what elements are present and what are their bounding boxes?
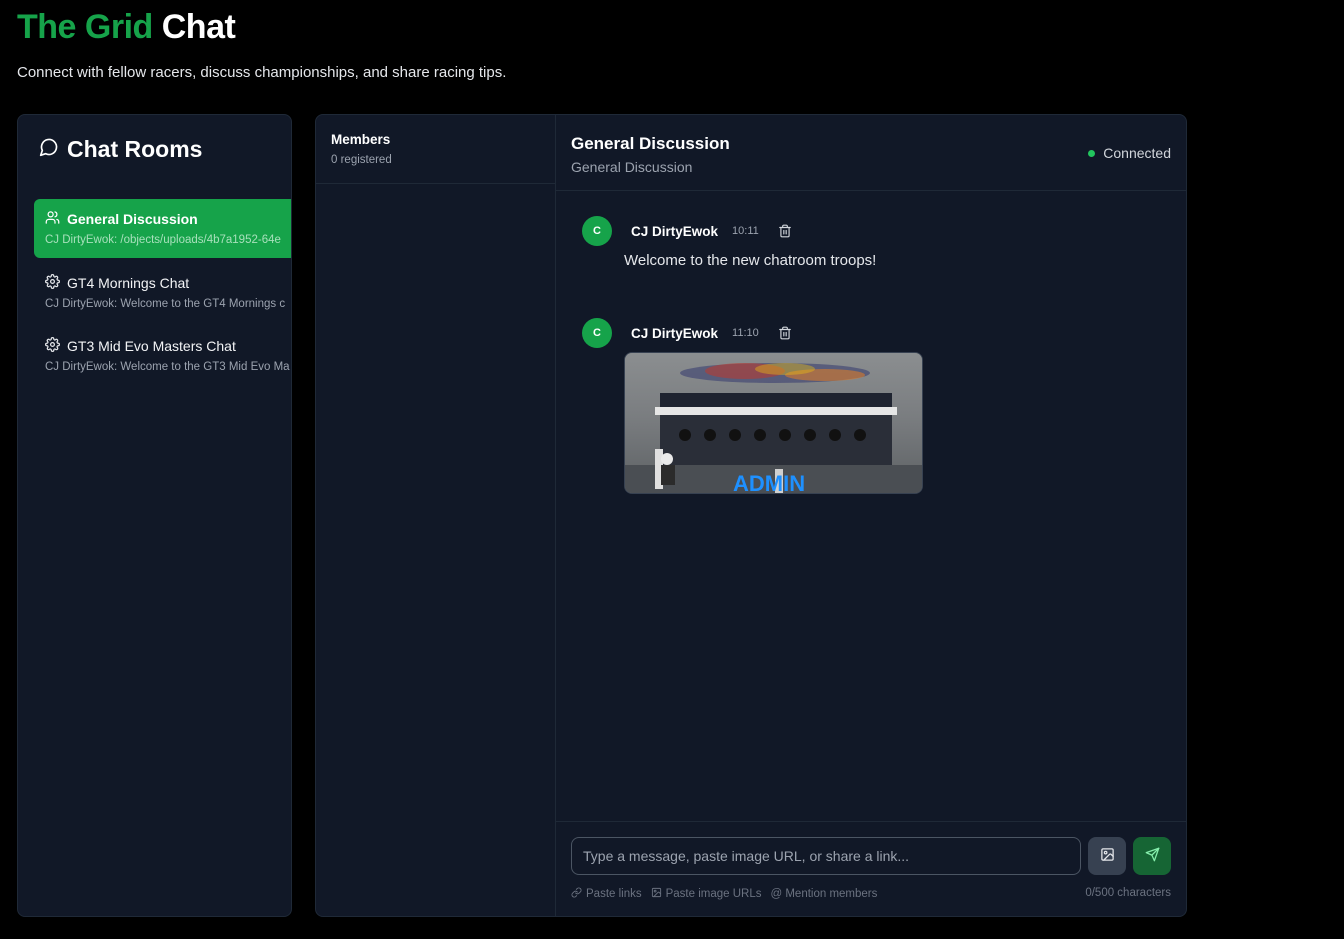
image-icon	[1100, 847, 1115, 865]
composer-hints: Paste links Paste image URLs @ Mention m…	[571, 887, 877, 901]
members-count: 0 registered	[331, 154, 392, 166]
room-name: General Discussion	[67, 211, 198, 227]
room-preview: CJ DirtyEwok: Welcome to the GT4 Morning…	[45, 298, 286, 310]
char-count: 0/500 characters	[1085, 887, 1171, 899]
image-icon	[651, 887, 662, 901]
room-name: GT4 Mornings Chat	[67, 275, 190, 291]
message-item: C CJ DirtyEwok 10:11 Welcome to the new …	[582, 216, 1162, 269]
page-subtitle: Connect with fellow racers, discuss cham…	[17, 64, 507, 81]
chat-subtitle: General Discussion	[571, 159, 693, 175]
avatar: C	[582, 216, 612, 246]
message-item: C CJ DirtyEwok 11:10 ADMIN	[582, 318, 1162, 494]
hint-mentions: @ Mention members	[770, 887, 877, 901]
page-title: The Grid Chat	[17, 8, 236, 47]
message-time: 10:11	[732, 225, 759, 237]
attach-image-button[interactable]	[1088, 837, 1126, 875]
racing-photo-image: ADMIN	[625, 353, 922, 494]
message-input[interactable]	[571, 837, 1081, 875]
room-preview: CJ DirtyEwok: /objects/uploads/4b7a1952-…	[45, 234, 281, 246]
chat-rooms-title: Chat Rooms	[67, 136, 203, 162]
hint-images: Paste image URLs	[651, 887, 762, 901]
room-item-gt4-mornings[interactable]: GT4 Mornings Chat CJ DirtyEwok: Welcome …	[34, 263, 291, 322]
connection-status-label: Connected	[1103, 145, 1171, 161]
status-dot-icon	[1088, 149, 1096, 157]
room-name: GT3 Mid Evo Masters Chat	[67, 338, 236, 354]
room-preview: CJ DirtyEwok: Welcome to the GT3 Mid Evo…	[45, 361, 290, 373]
chat-rooms-panel: Chat Rooms General Discussion CJ DirtyEw…	[17, 114, 292, 917]
members-title: Members	[331, 132, 391, 147]
chat-main: General Discussion General Discussion Co…	[556, 115, 1186, 916]
message-author: CJ DirtyEwok	[631, 325, 719, 341]
hint-mentions-label: @ Mention members	[770, 888, 878, 900]
message-image[interactable]: ADMIN	[624, 352, 923, 494]
gear-icon	[45, 337, 60, 355]
trash-icon[interactable]	[778, 326, 792, 340]
message-circle-icon	[39, 137, 59, 162]
link-icon	[571, 887, 582, 901]
message-text: Welcome to the new chatroom troops!	[624, 252, 877, 269]
message-composer: Paste links Paste image URLs @ Mention m…	[556, 821, 1186, 916]
message-time: 11:10	[732, 327, 759, 339]
users-icon	[45, 210, 60, 228]
gear-icon	[45, 274, 60, 292]
room-item-general-discussion[interactable]: General Discussion CJ DirtyEwok: /object…	[34, 199, 291, 258]
chat-header: General Discussion General Discussion Co…	[556, 115, 1186, 191]
trash-icon[interactable]	[778, 224, 792, 238]
message-author: CJ DirtyEwok	[631, 223, 719, 239]
members-column: Members 0 registered	[316, 115, 556, 916]
hint-links-label: Paste links	[586, 888, 642, 900]
title-accent: The Grid	[17, 8, 153, 46]
title-rest: Chat	[161, 8, 236, 46]
send-button[interactable]	[1133, 837, 1171, 875]
connection-status: Connected	[1088, 145, 1171, 161]
room-item-gt3-mid-evo-masters[interactable]: GT3 Mid Evo Masters Chat CJ DirtyEwok: W…	[34, 326, 291, 385]
hint-links: Paste links	[571, 887, 642, 901]
chat-panel: Members 0 registered General Discussion …	[315, 114, 1187, 917]
hint-images-label: Paste image URLs	[665, 888, 762, 900]
image-overlay-text: ADMIN	[733, 471, 805, 494]
chat-rooms-header: Chat Rooms	[39, 136, 202, 163]
avatar: C	[582, 318, 612, 348]
members-header: Members 0 registered	[316, 115, 555, 184]
send-icon	[1145, 847, 1160, 865]
